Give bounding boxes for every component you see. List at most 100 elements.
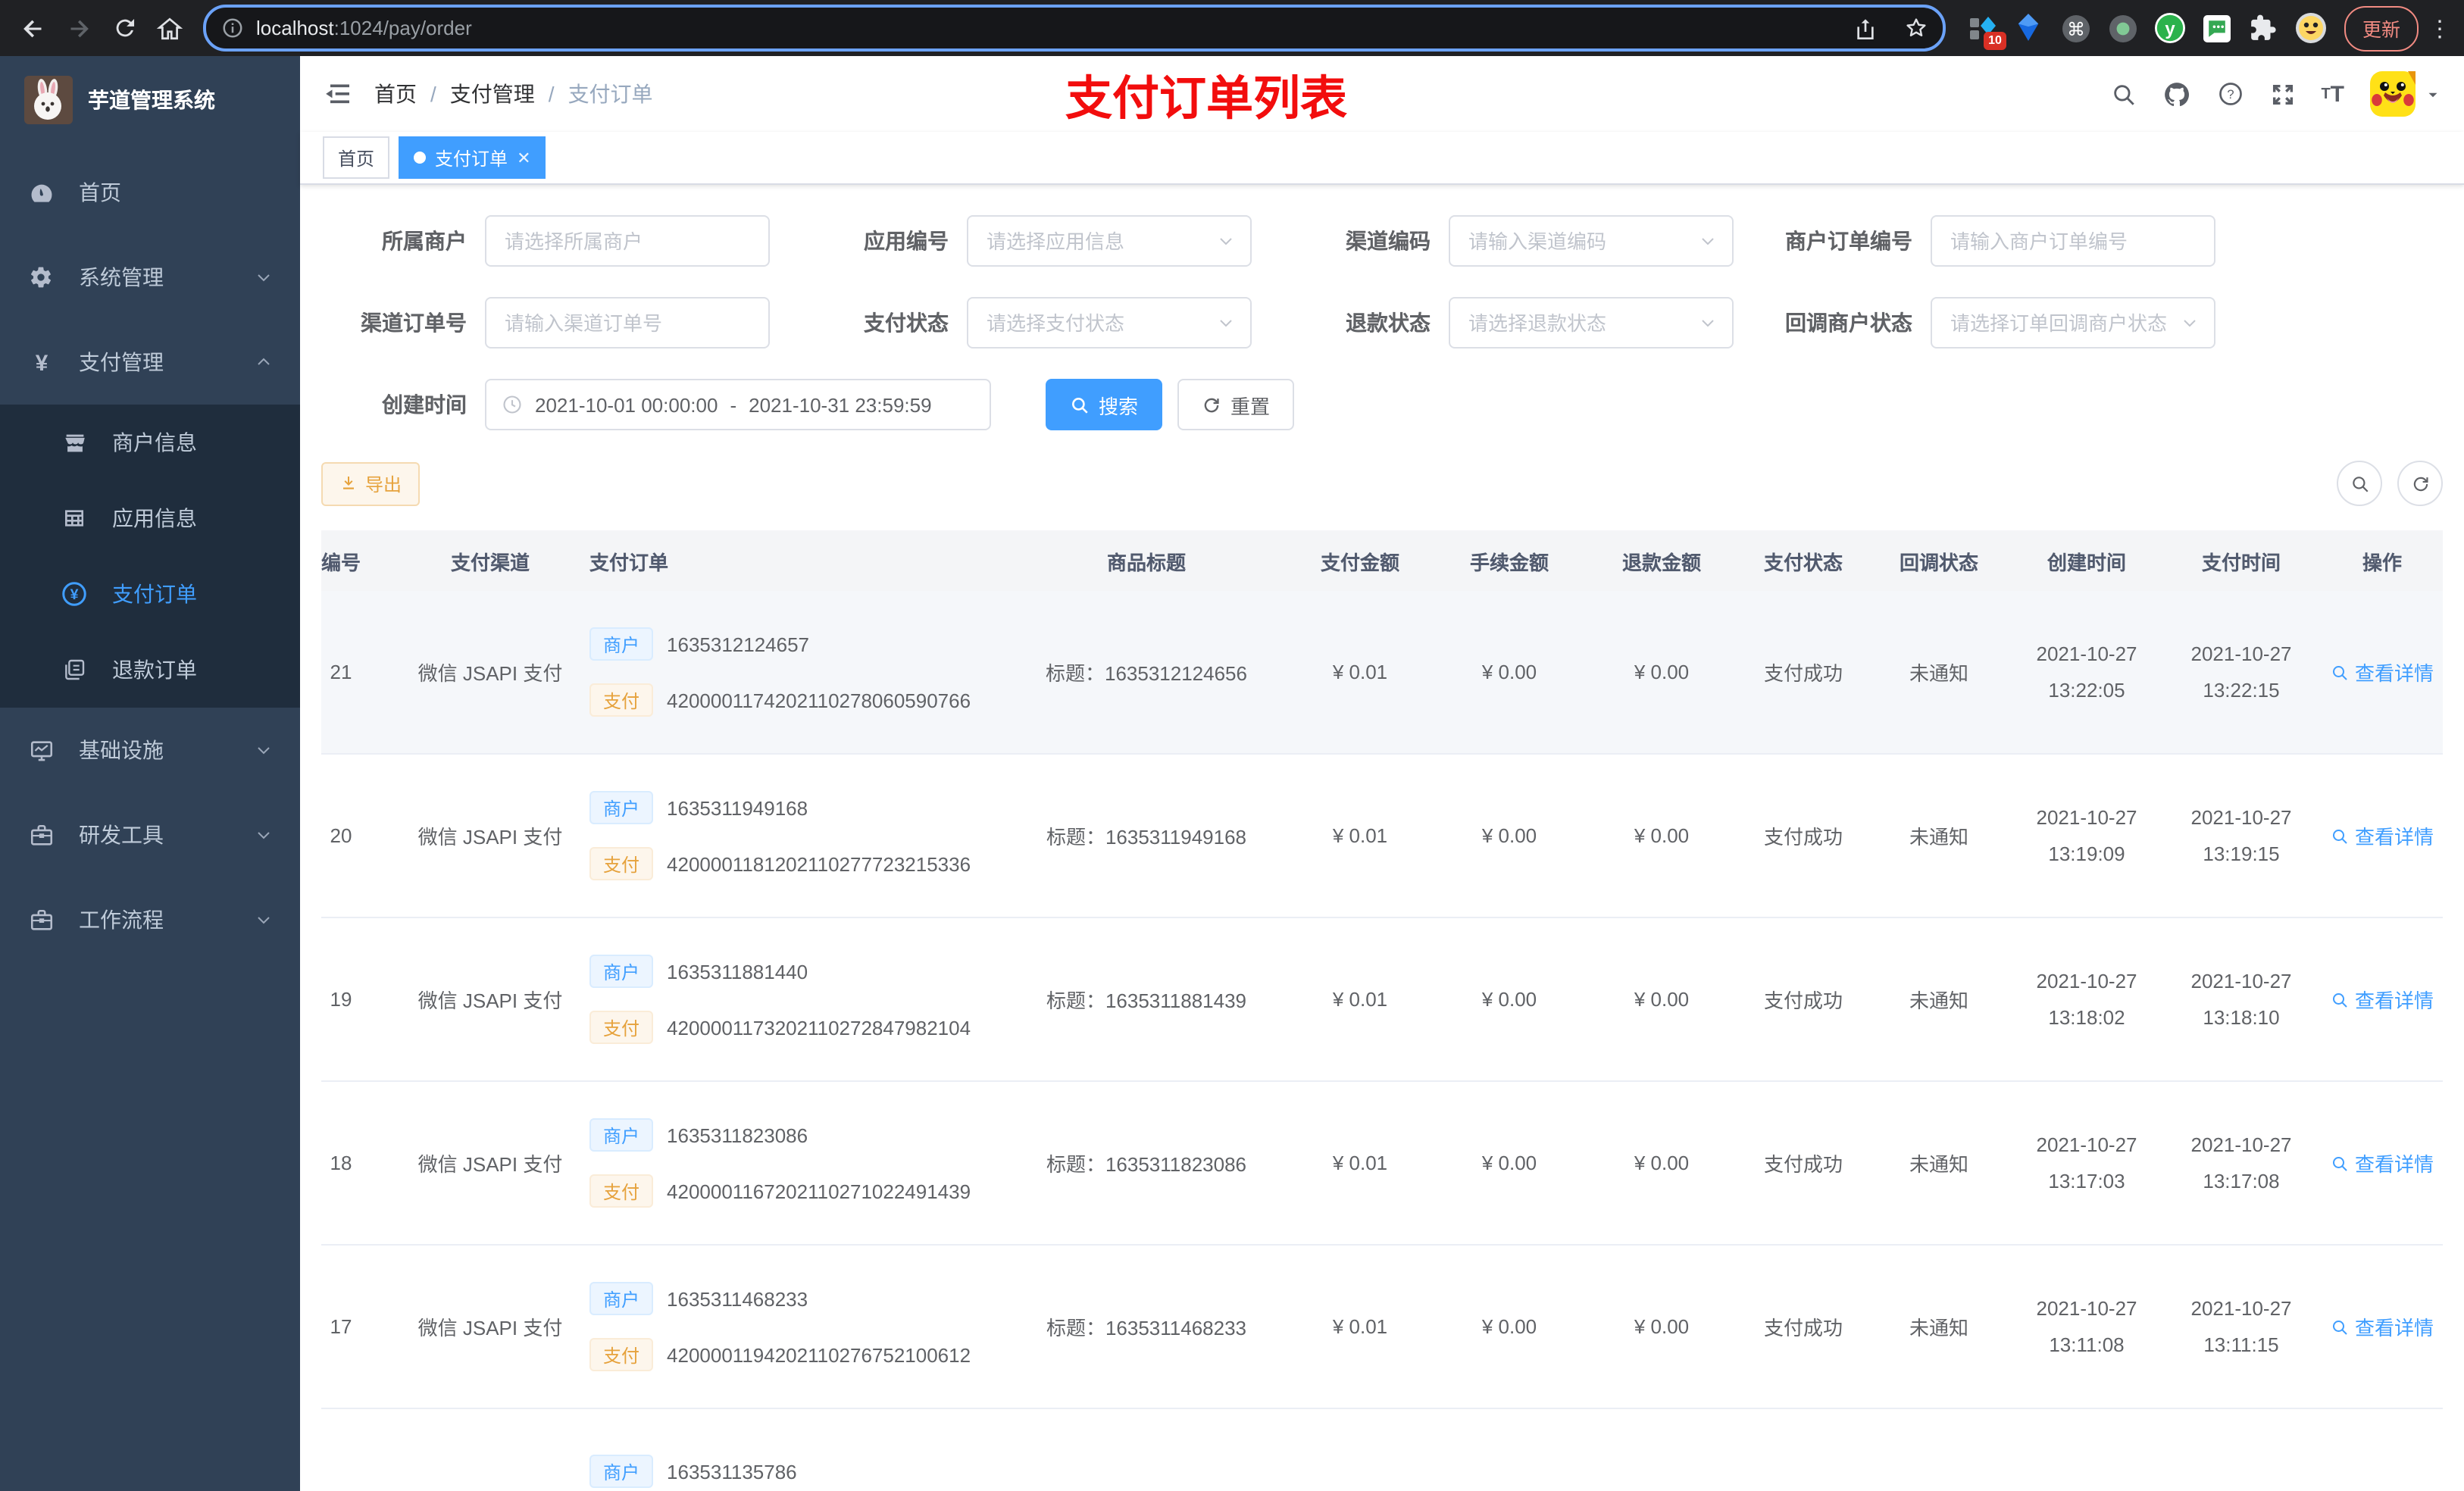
channel-order-no-field[interactable] <box>502 310 753 336</box>
pay-channel: 微信 JSAPI 支付 <box>400 1081 580 1246</box>
browser-forward-button[interactable] <box>58 7 100 49</box>
table-row[interactable]: 17 微信 JSAPI 支付 商户 1635311468233 支付 4200001… <box>321 1245 2443 1409</box>
share-button[interactable] <box>1846 8 1885 48</box>
action-cell: 查看详情 <box>2317 1081 2443 1246</box>
pay-tag: 支付 <box>589 1174 654 1208</box>
field-label: 退款状态 <box>1346 311 1431 335</box>
channel-code-field[interactable] <box>1465 228 1693 254</box>
product-title: 标题：1635311468233 <box>1005 1245 1288 1409</box>
date-start[interactable]: 2021-10-01 00:00:00 <box>535 393 718 416</box>
sidebar-item-refund-order[interactable]: 退款订单 <box>0 632 300 708</box>
table-row[interactable]: 19 微信 JSAPI 支付 商户 1635311881440 支付 4200001… <box>321 917 2443 1082</box>
breadcrumb-separator: / <box>548 82 555 106</box>
notify-status-field[interactable] <box>1947 310 2175 336</box>
tag-pay-order[interactable]: 支付订单 ✕ <box>399 136 546 179</box>
date-range-picker[interactable]: 2021-10-01 00:00:00 - 2021-10-31 23:59:5… <box>485 379 991 430</box>
table-grid-icon <box>61 506 88 530</box>
pay-status-field[interactable] <box>983 310 1211 336</box>
app-id-select-field[interactable] <box>983 228 1211 254</box>
fullscreen-button[interactable] <box>2269 81 2295 107</box>
merchant-order-no: 1635311468233 <box>667 1287 808 1310</box>
pay-status-select[interactable] <box>967 297 1252 349</box>
view-detail-link[interactable]: 查看详情 <box>2331 985 2434 1014</box>
merchant-input[interactable] <box>485 215 770 267</box>
view-detail-link[interactable]: 查看详情 <box>2331 658 2434 686</box>
sidebar-item-home[interactable]: 首页 <box>0 150 300 235</box>
extension-chat[interactable] <box>2202 13 2232 43</box>
sidebar-item-app-info[interactable]: 应用信息 <box>0 480 300 556</box>
refund-amount: ¥ 0.00 <box>1587 1245 1737 1409</box>
sidebar-item-payment[interactable]: ¥ 支付管理 <box>0 320 300 405</box>
sidebar-logo[interactable]: 芋道管理系统 <box>0 56 300 144</box>
merchant-order-no-field[interactable] <box>1947 228 2199 254</box>
extension-kite[interactable] <box>2014 13 2044 43</box>
reset-button[interactable]: 重置 <box>1177 379 1295 430</box>
fee-amount: ¥ 0.00 <box>1432 1245 1587 1409</box>
export-button[interactable]: 导出 <box>321 461 421 505</box>
sidebar-item-dev-tools[interactable]: 研发工具 <box>0 792 300 877</box>
close-icon[interactable]: ✕ <box>517 148 530 167</box>
notify-status-select[interactable] <box>1931 297 2215 349</box>
caret-down-icon <box>2425 86 2441 102</box>
bookmark-button[interactable] <box>1897 8 1937 48</box>
view-detail-link[interactable]: 查看详情 <box>2331 1149 2434 1177</box>
extension-record[interactable] <box>2108 13 2138 43</box>
url-text[interactable]: localhost:1024/pay/order <box>256 17 1834 39</box>
refund-status-select[interactable] <box>1449 297 1734 349</box>
sidebar-item-pay-order[interactable]: ¥ 支付订单 <box>0 556 300 632</box>
table-row-partial[interactable]: 商户 163531135786 <box>321 1408 2443 1491</box>
browser-menu-button[interactable]: ⋮ <box>2428 14 2452 42</box>
tag-home[interactable]: 首页 <box>323 136 390 179</box>
table-row[interactable]: 18 微信 JSAPI 支付 商户 1635311823086 支付 4200001… <box>321 1081 2443 1246</box>
sidebar-item-system[interactable]: 系统管理 <box>0 235 300 320</box>
search-icon <box>2332 1320 2347 1334</box>
table-row[interactable]: 20 微信 JSAPI 支付 商户 1635311949168 支付 4200001… <box>321 754 2443 918</box>
font-size-button[interactable]: TT <box>2321 81 2344 107</box>
browser-back-button[interactable] <box>12 7 55 49</box>
view-detail-link[interactable]: 查看详情 <box>2331 1312 2434 1341</box>
browser-update-button[interactable]: 更新 <box>2344 5 2419 51</box>
sidebar-item-merchant-info[interactable]: 商户信息 <box>0 405 300 480</box>
view-detail-link[interactable]: 查看详情 <box>2331 821 2434 850</box>
sidebar-collapse-button[interactable] <box>323 79 353 109</box>
user-menu[interactable] <box>2370 71 2441 117</box>
order-id: 18 <box>321 1081 400 1246</box>
refresh-table-button[interactable] <box>2397 461 2443 506</box>
extension-puzzle[interactable] <box>2249 13 2279 43</box>
app-id-select[interactable] <box>967 215 1252 267</box>
extension-command[interactable]: ⌘ <box>2061 13 2091 43</box>
filter-merchant-order-no: 商户订单编号 <box>1767 215 2215 267</box>
github-link[interactable] <box>2162 80 2190 108</box>
col-amount: 支付金额 <box>1288 530 1432 591</box>
toggle-search-button[interactable] <box>2337 461 2382 506</box>
extension-emoji[interactable] <box>2295 13 2326 43</box>
sidebar-item-infrastructure[interactable]: 基础设施 <box>0 708 300 792</box>
channel-order-no-input[interactable] <box>485 297 770 349</box>
refund-status-field[interactable] <box>1465 310 1693 336</box>
channel-code-select[interactable] <box>1449 215 1734 267</box>
date-separator: - <box>730 393 737 416</box>
sidebar-item-workflow[interactable]: 工作流程 <box>0 877 300 962</box>
search-button[interactable]: 搜索 <box>1046 379 1163 430</box>
merchant-input-field[interactable] <box>502 228 753 254</box>
address-bar[interactable]: localhost:1024/pay/order <box>203 5 1946 52</box>
help-button[interactable]: ? <box>2216 80 2244 108</box>
site-info-icon[interactable] <box>221 17 244 39</box>
page-root: localhost:1024/pay/order 10 ⌘ y 更新 ⋮ 芋道管… <box>0 0 2464 1491</box>
breadcrumb-home[interactable]: 首页 <box>374 79 417 109</box>
breadcrumb-payment[interactable]: 支付管理 <box>450 79 535 109</box>
browser-reload-button[interactable] <box>103 7 145 49</box>
header-search-button[interactable] <box>2110 81 2136 107</box>
star-icon <box>1907 18 1927 36</box>
logo-image <box>24 76 73 124</box>
extension-yapi[interactable]: y <box>2154 13 2185 43</box>
table-row[interactable]: 21 微信 JSAPI 支付 商户 1635312124657 支付 4200001… <box>321 591 2443 755</box>
active-dot-icon <box>414 152 427 164</box>
url-path: :1024/pay/order <box>333 17 472 39</box>
paid-time: 2021-10-27 13:18:10 <box>2165 917 2317 1082</box>
merchant-order-no-input[interactable] <box>1931 215 2215 267</box>
gear-icon <box>27 265 55 289</box>
date-end[interactable]: 2021-10-31 23:59:59 <box>749 393 931 416</box>
browser-home-button[interactable] <box>149 7 191 49</box>
extension-tag-assistant[interactable]: 10 <box>1967 13 2006 49</box>
